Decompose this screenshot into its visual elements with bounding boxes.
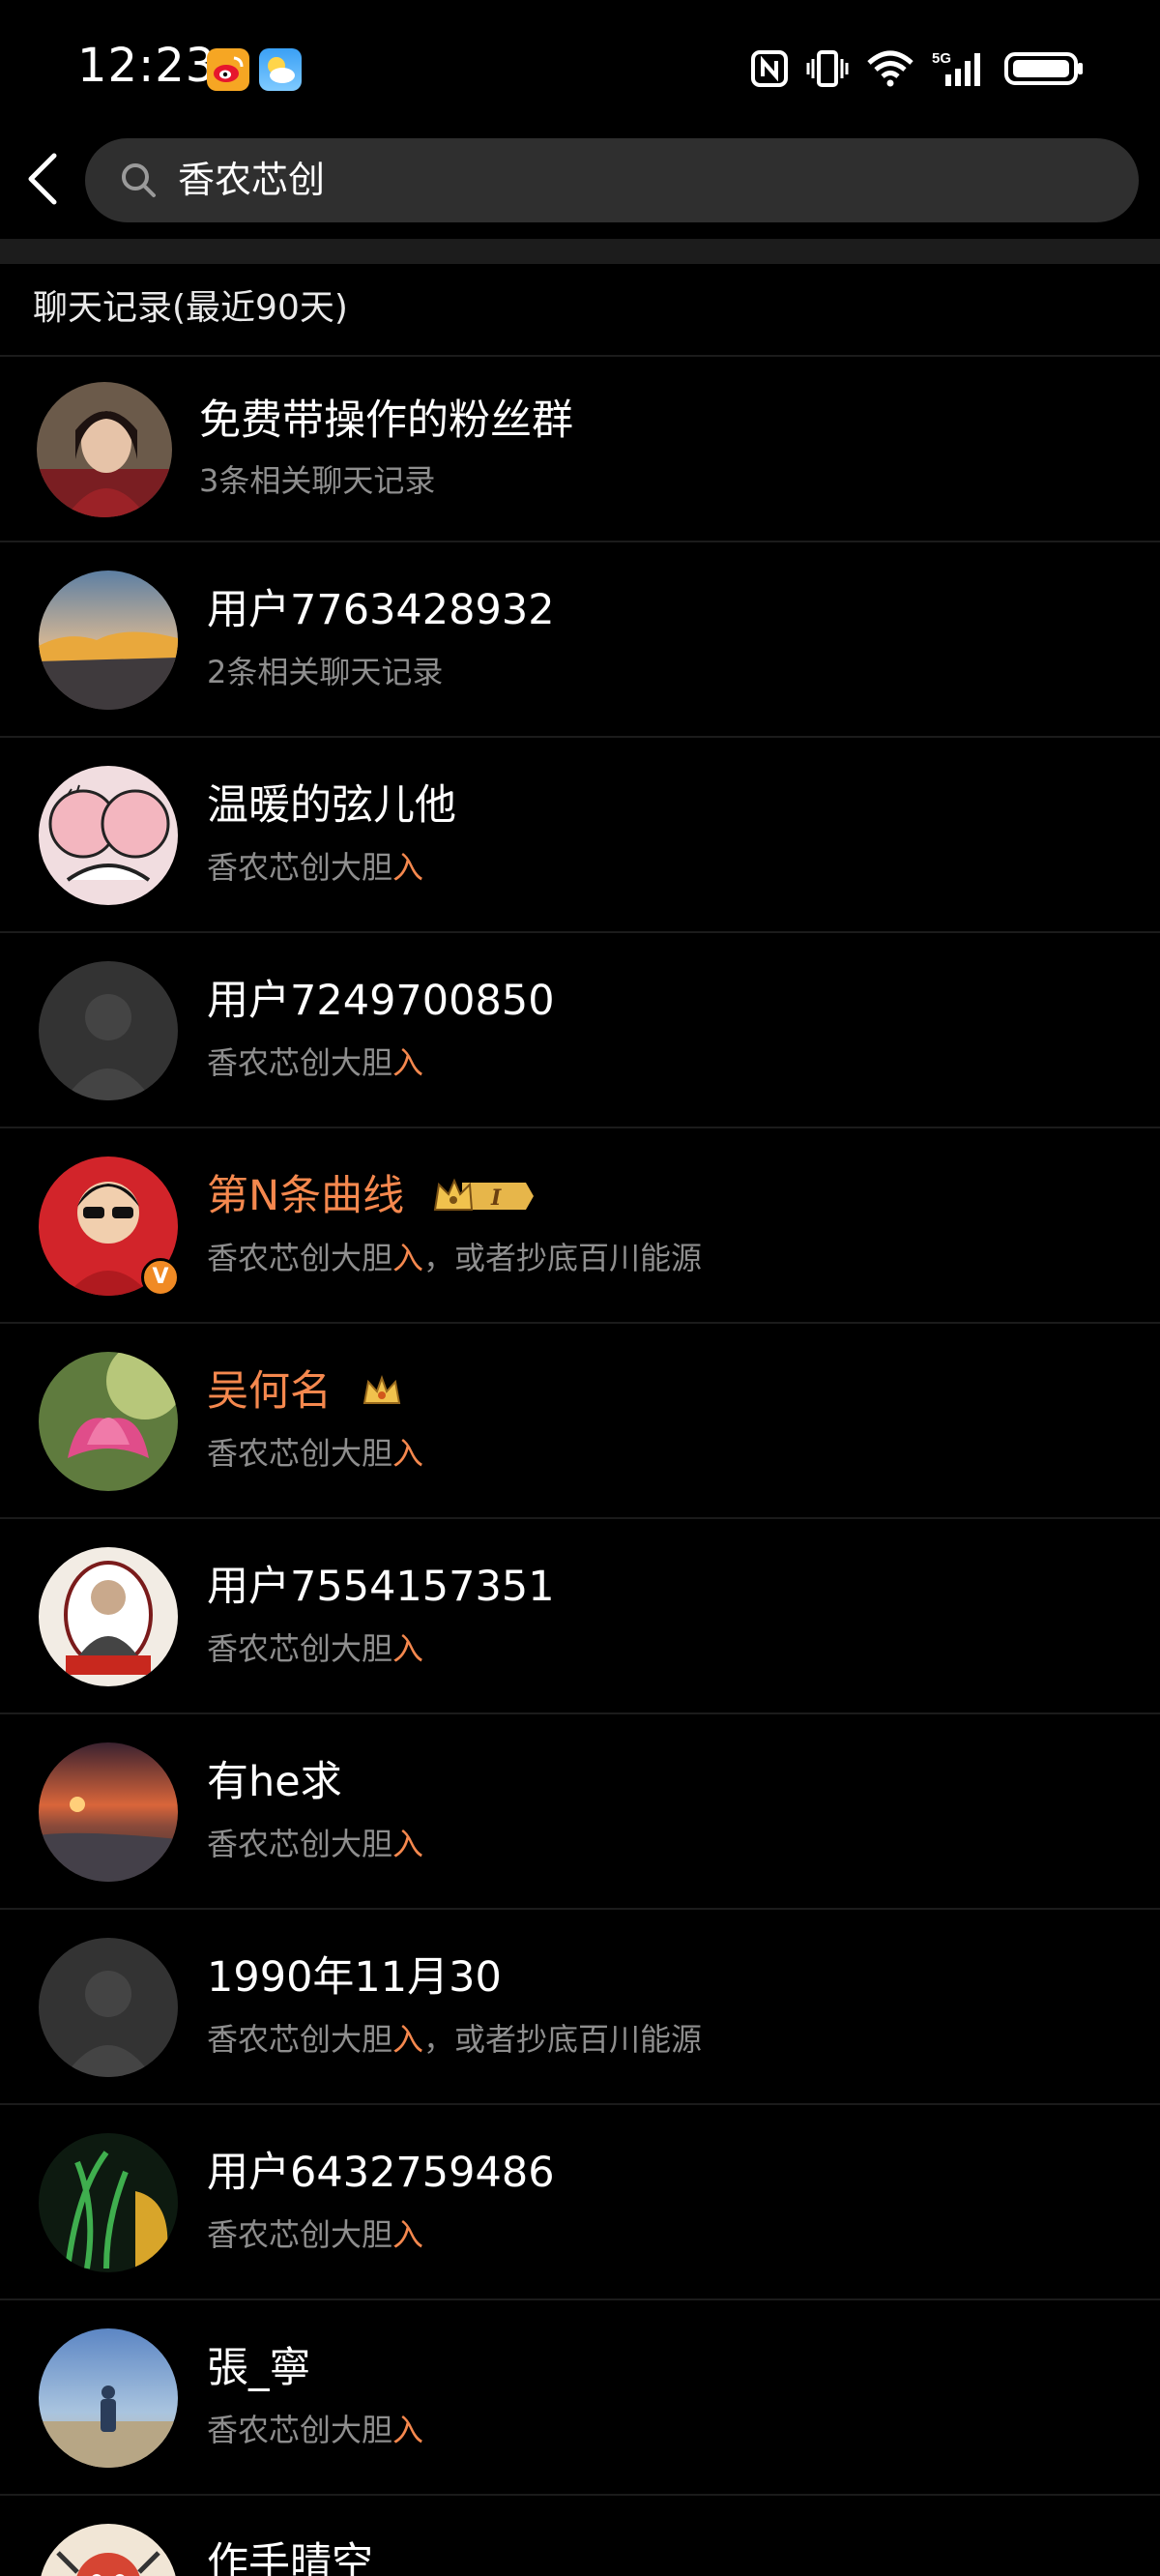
lotus-avatar (39, 1352, 178, 1491)
result-subtitle: 香农芯创大胆入，或者抄底百川能源 (207, 2021, 703, 2058)
list-item[interactable]: 用户7249700850 香农芯创大胆入 (0, 933, 1160, 1128)
list-item[interactable]: 免费带操作的粉丝群 3条相关聊天记录 (0, 357, 1160, 542)
list-item[interactable]: V 第N条曲线 I 香农芯创大胆入，或者抄底百川能源 (0, 1128, 1160, 1324)
default-avatar (39, 961, 178, 1100)
5g-signal-icon: 5G (932, 50, 980, 86)
beach-person-avatar (39, 2328, 178, 2468)
result-name: 温暖的弦儿他 (207, 781, 456, 830)
search-query[interactable]: 香农芯创 (178, 157, 325, 203)
vibrate-icon (806, 50, 849, 87)
result-name: 1990年11月30 (207, 1953, 502, 2002)
result-subtitle: 香农芯创大胆入 (207, 1044, 424, 1081)
result-name: 用户7554157351 (207, 1563, 555, 1611)
list-item[interactable]: 温暖的弦儿他 香农芯创大胆入 (0, 738, 1160, 933)
result-subtitle: 香农芯创大胆入 (207, 1630, 424, 1667)
photo-avatar (37, 382, 172, 517)
green-plant-avatar (39, 2133, 178, 2272)
status-bar: 12:23 5G (0, 0, 1160, 135)
weibo-app-icon (207, 48, 249, 91)
cartoon-red-avatar (39, 2524, 178, 2576)
sunset-mountain-avatar (39, 571, 178, 710)
result-subtitle: 2条相关聊天记录 (207, 654, 444, 690)
back-arrow-icon (28, 153, 57, 205)
result-subtitle: 香农芯创大胆入 (207, 2412, 424, 2448)
status-icons: 5G (750, 44, 1085, 93)
result-subtitle: 香农芯创大胆入 (207, 2216, 424, 2253)
verified-badge: V (141, 1258, 180, 1297)
list-item[interactable]: 用户7554157351 香农芯创大胆入 (0, 1519, 1160, 1714)
header-divider (0, 239, 1160, 264)
nfc-icon (751, 50, 788, 87)
default-avatar (39, 1938, 178, 2077)
section-title: 聊天记录(最近90天) (33, 288, 348, 328)
status-time: 12:23 (77, 39, 217, 93)
result-subtitle: 香农芯创大胆入，或者抄底百川能源 (207, 1240, 703, 1276)
battery-icon (1004, 52, 1083, 85)
result-name: 有he求 (207, 1758, 342, 1806)
list-item[interactable]: 用户7763428932 2条相关聊天记录 (0, 542, 1160, 738)
back-button[interactable] (21, 150, 66, 208)
crown-badge (362, 1375, 401, 1404)
cartoon-avatar (39, 766, 178, 905)
list-item[interactable]: 用户6432759486 香农芯创大胆入 (0, 2105, 1160, 2300)
list-item[interactable]: 作手晴空 (0, 2496, 1160, 2576)
result-name: 第N条曲线 (207, 1172, 405, 1220)
wifi-icon (867, 50, 914, 87)
list-item[interactable]: 1990年11月30 香农芯创大胆入，或者抄底百川能源 (0, 1910, 1160, 2105)
crown-level-badge: I (434, 1178, 535, 1211)
result-name: 用户7763428932 (207, 586, 555, 634)
result-name: 張_寧 (207, 2344, 311, 2392)
chat-result-list: 免费带操作的粉丝群 3条相关聊天记录 用户7763428932 2条相关聊天记录… (0, 357, 1160, 2576)
search-input[interactable]: 香农芯创 (85, 138, 1139, 222)
result-name: 吴何名 (207, 1367, 332, 1416)
portrait-logo-avatar (39, 1547, 178, 1686)
list-item[interactable]: 有he求 香农芯创大胆入 (0, 1714, 1160, 1910)
result-name: 作手晴空 (207, 2539, 373, 2576)
search-icon (122, 163, 156, 197)
result-subtitle: 香农芯创大胆入 (207, 1826, 424, 1862)
svg-text:I: I (490, 1186, 502, 1211)
svg-text:5G: 5G (932, 50, 951, 67)
result-subtitle: 香农芯创大胆入 (207, 1435, 424, 1472)
list-item[interactable]: 吴何名 香农芯创大胆入 (0, 1324, 1160, 1519)
result-name: 免费带操作的粉丝群 (199, 396, 573, 445)
result-name: 用户7249700850 (207, 977, 555, 1025)
result-name: 用户6432759486 (207, 2149, 555, 2197)
list-item[interactable]: 張_寧 香农芯创大胆入 (0, 2300, 1160, 2496)
result-subtitle: 3条相关聊天记录 (199, 462, 436, 499)
weather-app-icon (259, 48, 302, 91)
result-subtitle: 香农芯创大胆入 (207, 849, 424, 886)
sunset-sea-avatar (39, 1742, 178, 1882)
